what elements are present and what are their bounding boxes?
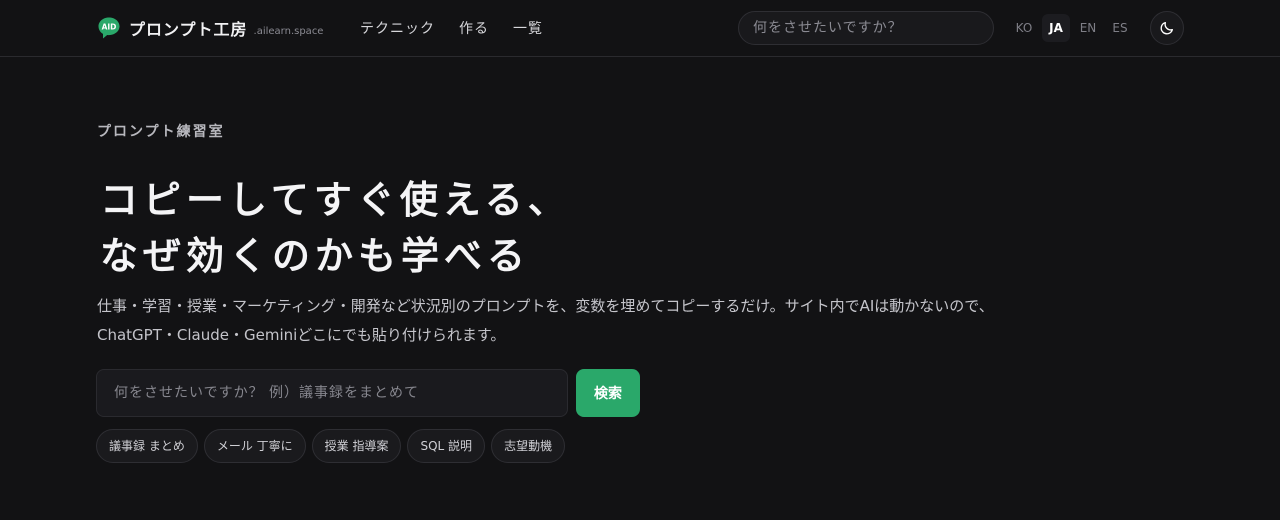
moon-icon <box>1160 22 1173 35</box>
hero-description: 仕事・学習・授業・マーケティング・開発など状況別のプロンプトを、変数を埋めてコピ… <box>97 292 1197 350</box>
svg-text:AID: AID <box>102 23 117 32</box>
lang-ko[interactable]: KO <box>1010 14 1038 42</box>
theme-toggle-button[interactable] <box>1150 11 1184 45</box>
nav-item-techniques[interactable]: テクニック <box>360 18 435 38</box>
suggestion-chips: 議事録 まとめ メール 丁寧に 授業 指導案 SQL 説明 志望動機 <box>96 429 566 463</box>
hero-eyebrow: プロンプト練習室 <box>97 124 225 140</box>
lang-es[interactable]: ES <box>1106 14 1134 42</box>
search-button[interactable]: 検索 <box>576 369 640 417</box>
hero-description-line-1: 仕事・学習・授業・マーケティング・開発など状況別のプロンプトを、変数を埋めてコピ… <box>97 297 994 315</box>
logo-name: プロンプト工房 <box>129 20 248 39</box>
hero-title-line-2: なぜ効くのかも学べる <box>100 234 531 278</box>
logo-domain: .ailearn.space <box>253 25 324 37</box>
nav-item-create[interactable]: 作る <box>459 18 489 38</box>
suggestion-chip[interactable]: 志望動機 <box>491 429 566 463</box>
lang-ja[interactable]: JA <box>1042 14 1070 42</box>
lang-en[interactable]: EN <box>1074 14 1102 42</box>
suggestion-chip[interactable]: 授業 指導案 <box>311 429 402 463</box>
suggestion-chip[interactable]: メール 丁寧に <box>203 429 306 463</box>
nav-item-list[interactable]: 一覧 <box>513 18 543 38</box>
hero-description-line-2: ChatGPT・Claude・Geminiどこにでも貼り付けられます。 <box>97 326 506 344</box>
language-switcher: KO JA EN ES <box>1010 14 1134 42</box>
main-nav: テクニック 作る 一覧 <box>360 18 543 38</box>
header-search-input[interactable] <box>738 11 994 45</box>
suggestion-chip[interactable]: 議事録 まとめ <box>96 429 198 463</box>
hero-search-input[interactable] <box>96 369 568 417</box>
hero-title-line-1: コピーしてすぐ使える、 <box>100 178 571 222</box>
chat-bubble-logo-icon: AID <box>98 17 120 39</box>
site-header: AID プロンプト工房 .ailearn.space テクニック 作る 一覧 K… <box>0 0 1280 57</box>
logo[interactable]: AID プロンプト工房 .ailearn.space <box>97 16 323 40</box>
suggestion-chip[interactable]: SQL 説明 <box>407 429 486 463</box>
hero-title: コピーしてすぐ使える、 なぜ効くのかも学べる <box>100 172 571 284</box>
